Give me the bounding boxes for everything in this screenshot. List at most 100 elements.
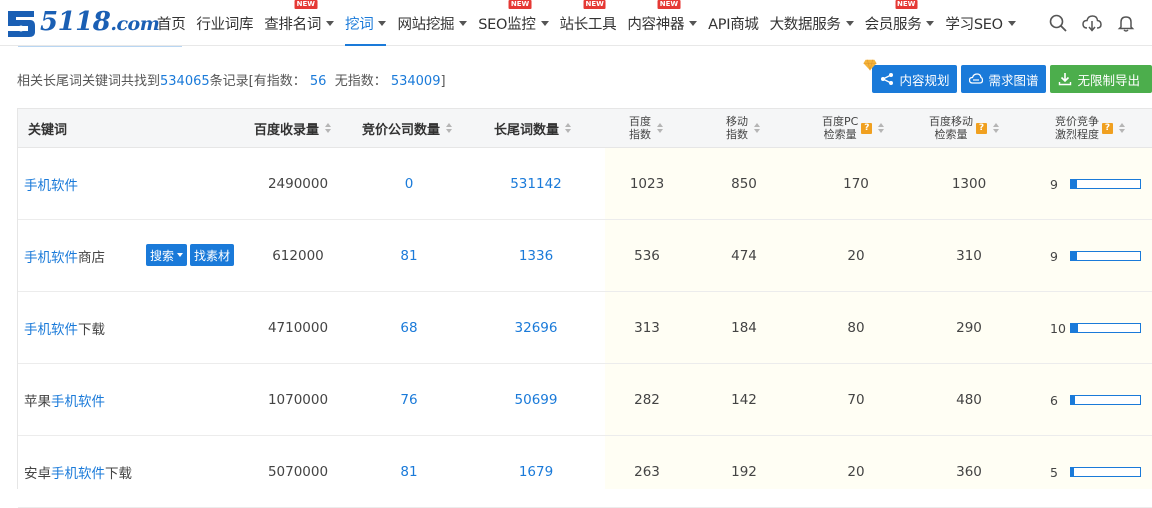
help-icon[interactable]: ?: [1102, 122, 1113, 134]
cloud-download-icon[interactable]: [1082, 13, 1102, 33]
cell-value: 5070000: [267, 464, 329, 480]
nav-item-label: 学习SEO: [945, 16, 1003, 33]
find-material-button[interactable]: 找素材: [190, 244, 235, 266]
cell-bidx: 1023: [613, 148, 681, 220]
cell-value: 474: [731, 248, 757, 264]
demand-map-button[interactable]: 需求图谱: [961, 65, 1047, 93]
nav-item-4[interactable]: 网站挖掘: [397, 0, 468, 46]
cell-included: 4710000: [254, 292, 342, 364]
keyword-cell[interactable]: 手机软件 下载: [24, 292, 105, 364]
sort-icon: [993, 123, 999, 133]
search-dropdown-button[interactable]: 搜索: [146, 244, 188, 266]
nav-item-8[interactable]: API商城: [708, 0, 759, 46]
cell-mob: 310: [935, 220, 1003, 292]
cell-longtail[interactable]: 1679: [490, 436, 582, 508]
cell-bid[interactable]: 68: [362, 292, 456, 364]
cell-mob: 1300: [935, 148, 1003, 220]
nav-item-label: 网站挖掘: [397, 16, 455, 33]
cell-value: 81: [400, 464, 418, 480]
chevron-down-icon: [540, 20, 549, 26]
cell-value: 20: [847, 248, 865, 264]
cell-value: 282: [634, 392, 660, 408]
col-baidu-included[interactable]: 百度收录量: [254, 109, 332, 147]
nav-item-label: 会员服务: [864, 16, 922, 33]
nav-item-label: 行业词库: [196, 16, 254, 33]
nav-item-label: 首页: [157, 16, 186, 33]
col-bid-competition[interactable]: 竞价竞争 激烈程度?: [1055, 109, 1125, 147]
chevron-down-icon: [845, 20, 854, 26]
cell-pc: 170: [822, 148, 890, 220]
nav-item-2[interactable]: 查排名词 NEW: [264, 0, 335, 46]
cell-included: 5070000: [254, 436, 342, 508]
cell-value: 536: [634, 248, 660, 264]
cell-bid[interactable]: 76: [362, 364, 456, 436]
cell-value: 170: [843, 176, 869, 192]
cell-longtail[interactable]: 531142: [490, 148, 582, 220]
unlimited-export-button[interactable]: 无限制导出: [1050, 65, 1152, 93]
total-count: 534065: [160, 74, 210, 89]
keyword-text: 下载: [105, 466, 132, 482]
new-badge: NEW: [657, 0, 681, 9]
cell-value: 32696: [514, 320, 558, 336]
table-row: 手机软件 下载 4710000 68 32696 313 184 80 290 10: [18, 292, 1152, 364]
search-icon[interactable]: [1048, 13, 1068, 33]
col-baidu-pc-search[interactable]: 百度PC 检索量?: [822, 109, 885, 147]
cell-included: 612000: [254, 220, 342, 292]
cell-value: 1070000: [267, 392, 329, 408]
competition-bar-fill: [1071, 396, 1076, 404]
download-icon: [1059, 73, 1072, 86]
chevron-down-icon: [459, 20, 468, 26]
cell-longtail[interactable]: 32696: [490, 292, 582, 364]
nav-item-1[interactable]: 行业词库: [196, 0, 253, 46]
action-buttons: 内容规划 需求图谱 无限制导出: [863, 59, 1152, 93]
cell-value: 81: [400, 248, 418, 264]
col-baidu-mobile-search[interactable]: 百度移动 检索量?: [929, 109, 999, 147]
nav-item-label: 站长工具: [559, 16, 617, 33]
new-badge: NEW: [508, 0, 532, 9]
cell-value: 4710000: [267, 320, 329, 336]
cell-longtail[interactable]: 50699: [490, 364, 582, 436]
nav-item-5[interactable]: SEO监控 NEW: [478, 0, 549, 46]
competition-value: 10: [1050, 320, 1066, 336]
table-row: 安卓 手机软件 下载 5070000 81 1679 263 192 20 360 5: [18, 436, 1152, 508]
sort-icon: [1119, 123, 1125, 133]
cell-value: 313: [634, 320, 660, 336]
nav-item-10[interactable]: 会员服务 NEW: [865, 0, 935, 46]
content-plan-button[interactable]: 内容规划: [863, 59, 958, 93]
cell-value: 612000: [272, 248, 324, 264]
cell-value: 0: [404, 176, 414, 192]
competition-bar-fill: [1071, 468, 1075, 476]
site-logo[interactable]: 5118.com: [4, 4, 160, 40]
keyword-highlight: 手机软件: [51, 394, 105, 410]
col-baidu-index[interactable]: 百度 指数: [629, 109, 663, 147]
cell-value: 68: [400, 320, 418, 336]
keyword-cell[interactable]: 安卓 手机软件 下载: [24, 436, 132, 508]
cell-bid[interactable]: 0: [362, 148, 456, 220]
bell-icon[interactable]: [1116, 13, 1136, 33]
nav-item-0[interactable]: 首页: [157, 0, 186, 46]
sort-icon: [878, 123, 885, 133]
help-icon[interactable]: ?: [976, 122, 987, 134]
keyword-cell[interactable]: 手机软件 商店: [24, 220, 105, 292]
col-mobile-index[interactable]: 移动 指数: [726, 109, 760, 147]
cell-bid[interactable]: 81: [362, 220, 456, 292]
with-index-count: 56: [309, 74, 327, 89]
help-icon[interactable]: ?: [861, 122, 873, 134]
cell-bid[interactable]: 81: [362, 436, 456, 508]
cell-longtail[interactable]: 1336: [490, 220, 582, 292]
nav-item-label: SEO监控: [478, 16, 536, 33]
table-row: 苹果 手机软件 1070000 76 50699 282 142 70 480 6: [18, 364, 1152, 436]
col-bid-companies[interactable]: 竞价公司数量: [362, 109, 453, 147]
keyword-cell[interactable]: 手机软件: [24, 148, 78, 220]
cell-value: 1336: [518, 248, 554, 264]
keyword-cell[interactable]: 苹果 手机软件: [24, 364, 105, 436]
nav-item-9[interactable]: 大数据服务: [770, 0, 854, 46]
nav-item-6[interactable]: 站长工具 NEW: [560, 0, 617, 46]
cell-value: 1023: [629, 176, 665, 192]
nav-item-11[interactable]: 学习SEO: [945, 0, 1016, 46]
col-longtail-count[interactable]: 长尾词数量: [494, 109, 572, 147]
chevron-down-icon: [378, 20, 387, 26]
nav-item-3[interactable]: 挖词: [345, 0, 387, 46]
competition-bar: [1070, 395, 1141, 405]
nav-item-7[interactable]: 内容神器 NEW: [627, 0, 698, 46]
